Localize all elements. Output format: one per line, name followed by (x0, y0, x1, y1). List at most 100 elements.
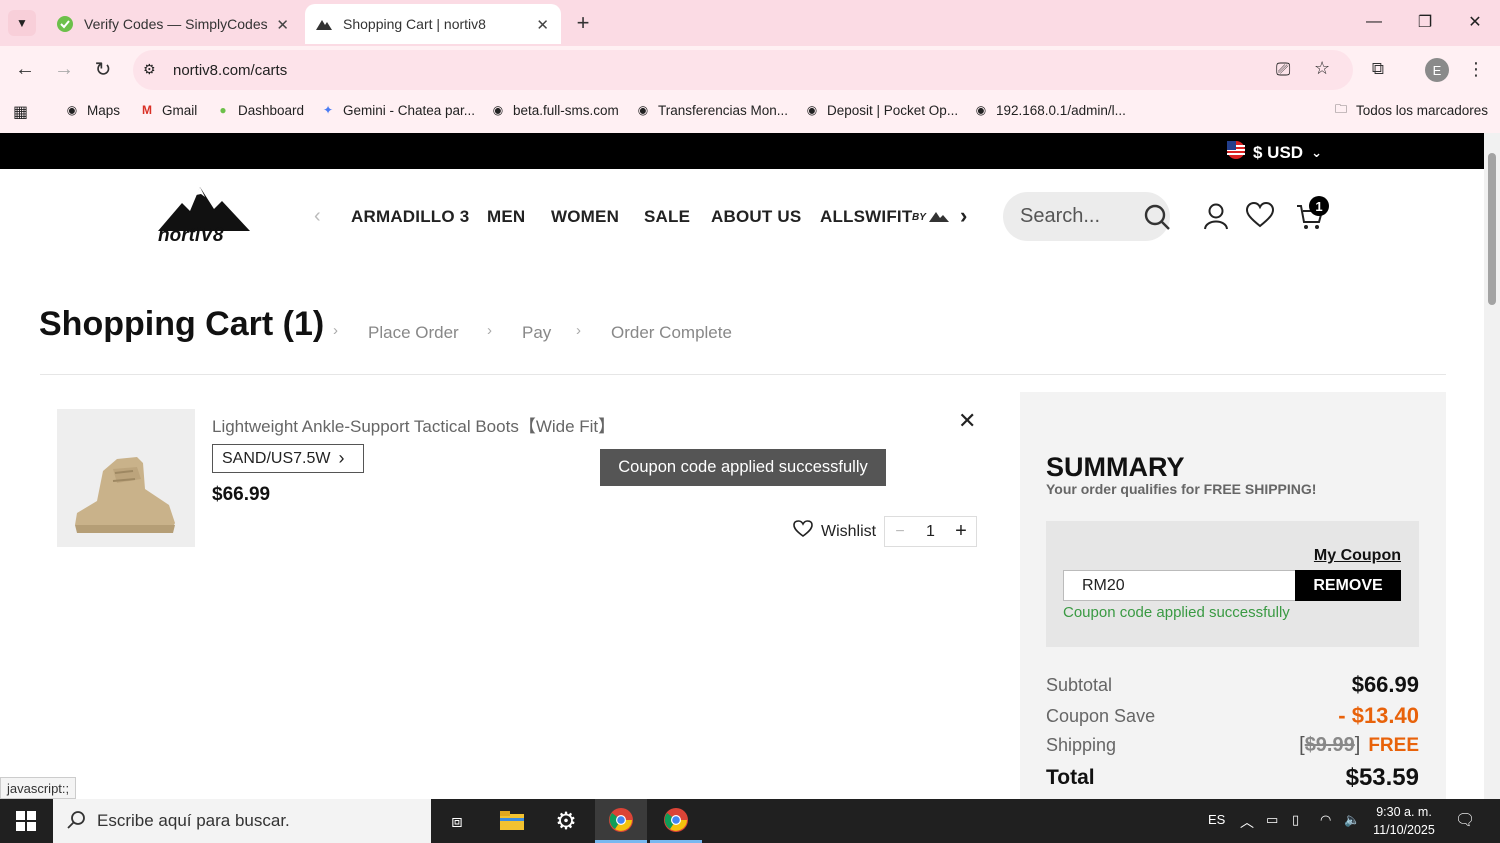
tab-search-button[interactable]: ▼ (8, 10, 36, 36)
star-icon[interactable]: ☆ (1314, 58, 1330, 79)
remove-coupon-button[interactable]: REMOVE (1295, 570, 1401, 601)
total-row: Total $53.59 (1046, 764, 1419, 792)
volume-icon[interactable]: 🔈 (1344, 812, 1360, 828)
scrollbar-thumb[interactable] (1488, 153, 1496, 305)
extensions-button[interactable]: ⧉ (1364, 55, 1392, 83)
account-icon[interactable] (1203, 202, 1231, 230)
address-bar[interactable]: ⚙ nortiv8.com/carts ⎚ ☆ (133, 50, 1353, 90)
forward-button[interactable]: → (50, 55, 78, 83)
bookmark-label: Maps (87, 102, 121, 118)
page-scrollbar[interactable] (1484, 133, 1500, 799)
chevron-down-icon: ⌄ (1311, 144, 1322, 160)
menu-button[interactable]: ⋮ (1462, 55, 1490, 83)
shipping-free-label: FREE (1368, 734, 1419, 756)
coupon-input[interactable]: RM20 (1063, 570, 1296, 601)
profile-avatar[interactable]: E (1425, 58, 1449, 82)
bookmark-transferencias[interactable]: ◉ Transferencias Mon... (635, 102, 788, 118)
nav-prev-icon[interactable]: ‹ (314, 205, 321, 228)
nav-armadillo3[interactable]: ARMADILLO 3 (351, 207, 469, 227)
nav-allswifit[interactable]: ALLSWIFIT (820, 207, 912, 227)
summary-title: SUMMARY (1046, 452, 1185, 482)
tray-chevron-up-icon[interactable]: ︿ (1240, 812, 1254, 832)
globe-icon: ◉ (637, 103, 649, 117)
coupon-save-row: Coupon Save - $13.40 (1046, 703, 1419, 729)
notifications-icon[interactable]: 🗨 (1455, 810, 1475, 830)
minimize-button[interactable]: — (1362, 10, 1386, 34)
decrease-button[interactable]: − (885, 523, 915, 541)
tab-simplycodes[interactable]: Verify Codes — SimplyCodes ✕ (46, 4, 301, 44)
product-image[interactable] (57, 409, 195, 547)
close-icon[interactable]: ✕ (276, 16, 289, 34)
step-place-order: Place Order (368, 323, 459, 342)
quantity-value: 1 (926, 522, 935, 540)
allswifit-brand-icon (928, 209, 950, 228)
total-value: $53.59 (1345, 764, 1419, 791)
settings-icon[interactable]: ⚙ (540, 799, 592, 843)
product-name[interactable]: Lightweight Ankle-Support Tactical Boots… (212, 412, 615, 437)
chrome-icon[interactable] (595, 799, 647, 843)
nav-next-icon[interactable]: › (960, 203, 967, 229)
taskbar-search[interactable]: Escribe aquí para buscar. (53, 799, 431, 843)
logo[interactable]: nortiV8 (156, 185, 252, 249)
chrome-profile-icon[interactable] (650, 799, 702, 843)
heart-icon[interactable] (1245, 201, 1275, 230)
site-search[interactable]: Search... (1003, 192, 1170, 241)
task-view-button[interactable]: ⧈ (431, 799, 483, 843)
bookmark-label: Deposit | Pocket Op... (827, 102, 959, 118)
increase-button[interactable]: + (946, 520, 976, 543)
wifi-icon[interactable]: ◠ (1320, 812, 1331, 828)
remove-item-icon[interactable]: ✕ (958, 408, 976, 434)
bookmark-label: Dashboard (238, 102, 305, 118)
search-icon[interactable] (1143, 203, 1171, 237)
arrow-right-icon: → (54, 57, 74, 80)
wishlist-button[interactable]: Wishlist (793, 520, 876, 543)
taskbar-search-placeholder: Escribe aquí para buscar. (97, 811, 290, 830)
subtotal-label: Subtotal (1046, 674, 1113, 695)
language-indicator[interactable]: ES (1208, 812, 1225, 827)
bookmark-dashboard[interactable]: ● Dashboard (215, 102, 304, 118)
variant-selector[interactable]: SAND/US7.5W › (212, 444, 364, 473)
site-info-icon[interactable]: ⚙ (143, 61, 156, 78)
bookmark-gmail[interactable]: M Gmail (139, 102, 197, 118)
battery-icon[interactable]: ▯ (1292, 812, 1299, 828)
screen: ▼ Verify Codes — SimplyCodes ✕ Shopping … (0, 0, 1500, 843)
install-app-icon[interactable]: ⎚ (1276, 59, 1290, 80)
plus-icon: + (576, 10, 590, 35)
nav-men[interactable]: MEN (487, 207, 525, 227)
apps-icon[interactable]: ▦ (13, 102, 28, 122)
nav-women[interactable]: WOMEN (551, 207, 619, 227)
logo-text: nortiV8 (158, 225, 224, 246)
close-window-button[interactable]: ✕ (1463, 10, 1487, 34)
currency-selector[interactable]: $ USD ⌄ (1227, 141, 1322, 164)
bookmark-gemini[interactable]: ✦ Gemini - Chatea par... (320, 102, 475, 118)
tab-nortiv8[interactable]: Shopping Cart | nortiv8 ✕ (305, 4, 561, 44)
puzzle-icon: ⧉ (1371, 59, 1385, 78)
start-button[interactable] (0, 799, 52, 843)
globe-icon: ◉ (66, 103, 78, 117)
close-icon[interactable]: ✕ (536, 16, 549, 34)
meet-icon[interactable]: ▭ (1266, 812, 1278, 828)
coupon-code-value: RM20 (1082, 576, 1125, 594)
all-bookmarks-label: Todos los marcadores (1356, 102, 1489, 118)
quantity-stepper[interactable]: − 1 + (884, 516, 977, 547)
clock[interactable]: 9:30 a. m. 11/10/2025 (1368, 803, 1440, 839)
all-bookmarks[interactable]: 🗀 Todos los marcadores (1333, 102, 1488, 118)
reload-button[interactable]: ↻ (89, 55, 117, 83)
nav-sale[interactable]: SALE (644, 207, 690, 227)
bookmark-label: Transferencias Mon... (658, 102, 789, 118)
bookmark-full-sms[interactable]: ◉ beta.full-sms.com (490, 102, 619, 118)
file-explorer-icon[interactable] (486, 799, 538, 843)
bookmark-maps[interactable]: ◉ Maps (64, 102, 120, 118)
subtotal-value: $66.99 (1351, 672, 1419, 697)
site-header: nortiV8 ‹ ARMADILLO 3 MEN WOMEN SALE ABO… (0, 169, 1484, 269)
shipping-original-price: $9.99 (1304, 734, 1355, 756)
restore-button[interactable]: ❐ (1413, 10, 1437, 34)
my-coupon-link[interactable]: My Coupon (1314, 547, 1401, 565)
bookmark-router-admin[interactable]: ◉ 192.168.0.1/admin/l... (973, 102, 1126, 118)
back-button[interactable]: ← (11, 55, 39, 83)
bookmark-deposit[interactable]: ◉ Deposit | Pocket Op... (804, 102, 958, 118)
nortiv8-favicon-icon (315, 15, 333, 33)
clock-time: 9:30 a. m. (1376, 805, 1432, 819)
new-tab-button[interactable]: + (570, 10, 596, 36)
nav-about-us[interactable]: ABOUT US (711, 207, 801, 227)
